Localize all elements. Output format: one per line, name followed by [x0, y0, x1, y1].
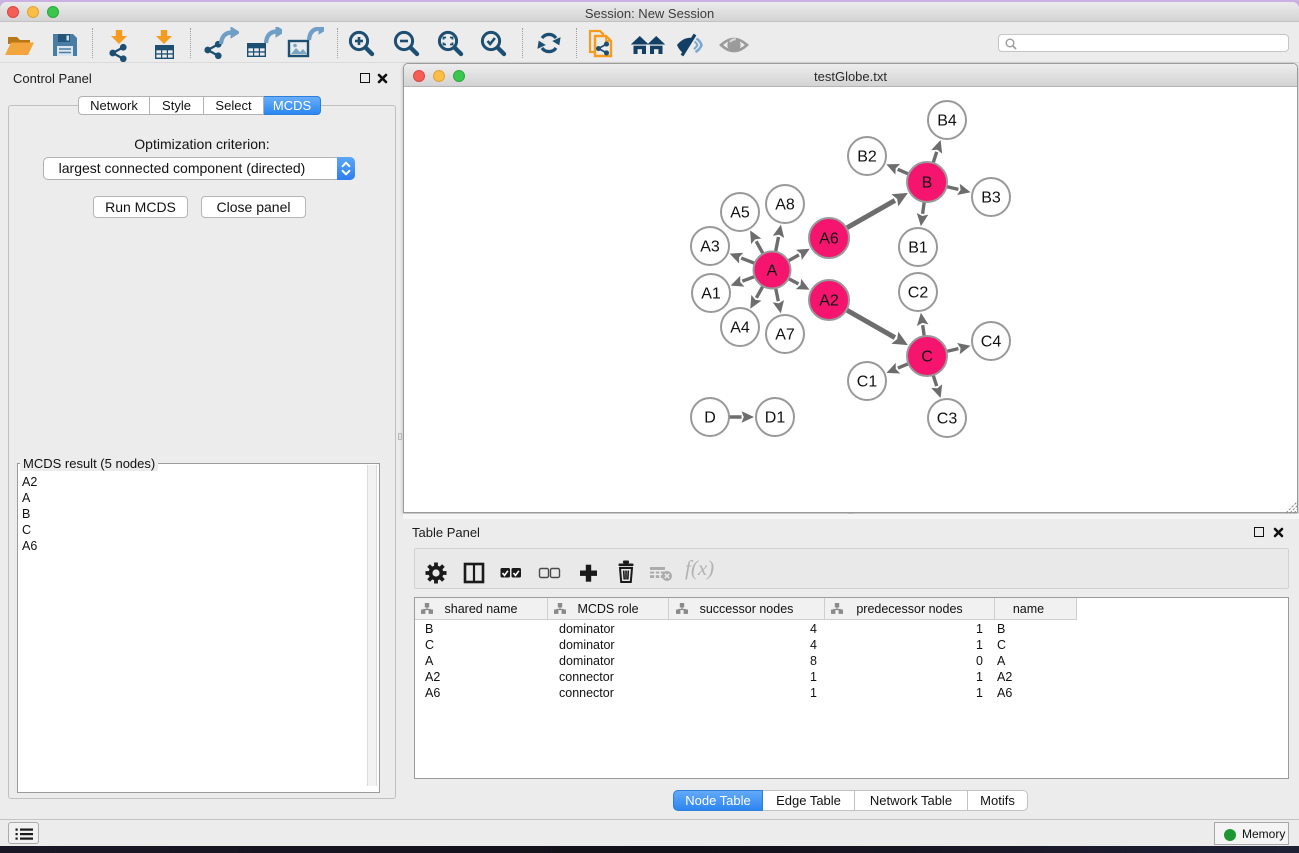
svg-text:D: D [704, 410, 716, 427]
svg-text:B1: B1 [908, 240, 928, 257]
svg-text:B2: B2 [857, 149, 877, 166]
svg-text:A8: A8 [775, 197, 795, 214]
svg-text:A: A [767, 263, 778, 280]
svg-text:C: C [921, 349, 933, 366]
svg-text:A2: A2 [819, 293, 839, 310]
svg-text:D1: D1 [765, 410, 786, 427]
svg-text:A7: A7 [775, 327, 795, 344]
svg-text:B: B [922, 175, 933, 192]
svg-text:C2: C2 [908, 285, 929, 302]
svg-text:B3: B3 [981, 190, 1001, 207]
svg-text:A1: A1 [701, 286, 721, 303]
svg-text:A5: A5 [730, 205, 750, 222]
svg-text:A4: A4 [730, 320, 750, 337]
svg-text:B4: B4 [937, 113, 957, 130]
svg-text:C4: C4 [981, 334, 1002, 351]
svg-text:A6: A6 [819, 231, 839, 248]
svg-text:C3: C3 [937, 411, 958, 428]
svg-text:C1: C1 [857, 374, 878, 391]
svg-text:A3: A3 [700, 239, 720, 256]
